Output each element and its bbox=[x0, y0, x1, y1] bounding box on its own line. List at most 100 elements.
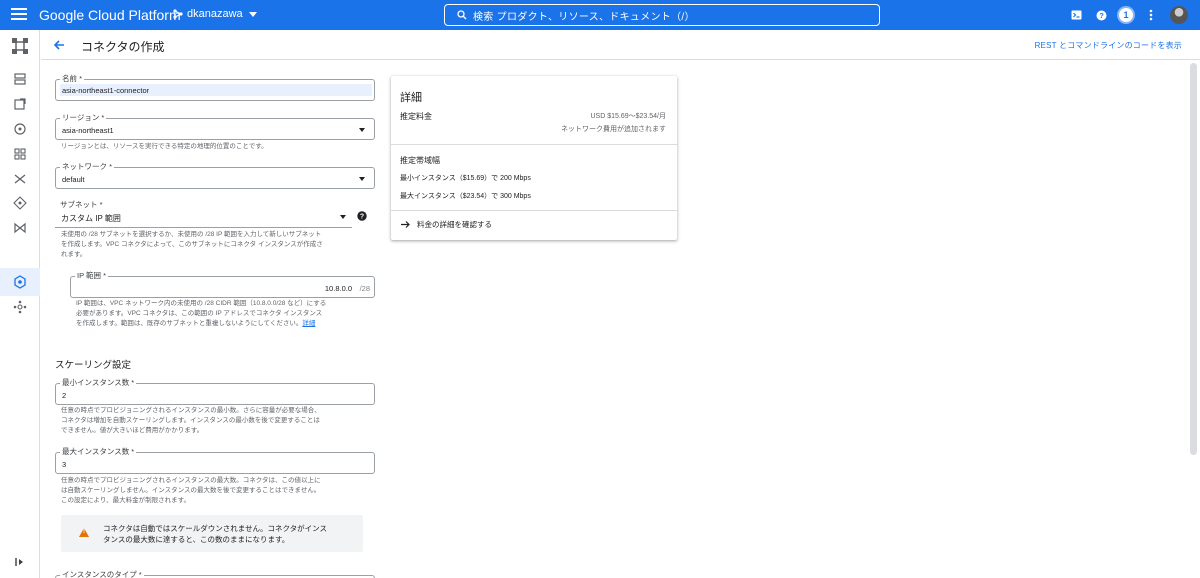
project-icon bbox=[173, 9, 183, 19]
network-value: default bbox=[62, 175, 85, 184]
divider bbox=[391, 144, 677, 145]
instance-type-label: インスタンスのタイプ * bbox=[60, 569, 144, 578]
region-select[interactable]: リージョン * asia-northeast1 bbox=[55, 112, 375, 140]
storage-icon[interactable] bbox=[13, 72, 27, 86]
warning-line-2: タンスの最大数に達すると、この数のままになります。 bbox=[103, 535, 290, 544]
warning-text: コネクタは自動ではスケールダウンされません。コネクタがインス タンスの最大数に達… bbox=[103, 523, 353, 545]
ip-range-hint-line-1: IP 範囲は、VPC ネットワーク内の未使用の /28 CIDR 範囲（10.8… bbox=[76, 300, 327, 307]
subnet-hint-line-3: れます。 bbox=[61, 251, 87, 258]
cloud-shell-icon[interactable] bbox=[1067, 6, 1085, 24]
min-instances-value: 2 bbox=[62, 391, 67, 400]
region-hint: リージョンとは、リソースを実行できる特定の地理的位置のことです。 bbox=[61, 143, 268, 150]
max-hint-line-2: は自動スケーリングしません。インスタンスの最大数を後で変更することはできません。 bbox=[61, 487, 321, 494]
max-instances-label: 最大インスタンス数 * bbox=[60, 446, 137, 457]
arrow-right-icon bbox=[401, 221, 410, 228]
project-selector[interactable]: dkanazawa bbox=[173, 8, 257, 20]
region-label: リージョン * bbox=[60, 112, 107, 123]
notifications-button[interactable]: 1 bbox=[1117, 6, 1135, 24]
back-arrow-icon[interactable] bbox=[52, 38, 66, 52]
max-instances-hint: 任意の時点でプロビジョニングされるインスタンスの最大数。コネクタは、この値以上に… bbox=[61, 476, 371, 506]
bowtie-icon[interactable] bbox=[13, 221, 27, 235]
scale-down-warning: コネクタは自動ではスケールダウンされません。コネクタがインス タンスの最大数に達… bbox=[61, 515, 363, 552]
subnet-value: カスタム IP 範囲 bbox=[61, 214, 121, 223]
search-input[interactable]: 検索 プロダクト、リソース、ドキュメント（/） bbox=[444, 4, 880, 26]
shuffle-icon[interactable] bbox=[13, 172, 27, 186]
help-icon[interactable]: ? bbox=[357, 211, 367, 221]
more-vert-icon[interactable] bbox=[1142, 6, 1160, 24]
min-instances-label: 最小インスタンス数 * bbox=[60, 377, 137, 388]
app-brand[interactable]: Google Cloud Platform bbox=[39, 7, 181, 23]
subnet-hint-line-1: 未使用の /28 サブネットを選択するか、未使用の /28 IP 範囲を入力して… bbox=[61, 231, 322, 238]
ip-range-hint-line-3: を作成します。範囲は、既存のサブネットと重複しないようにしてください。 bbox=[76, 320, 303, 327]
page-title: コネクタの作成 bbox=[81, 40, 165, 54]
max-hint-line-1: 任意の時点でプロビジョニングされるインスタンスの最大数。コネクタは、この値以上に bbox=[61, 477, 321, 484]
scaling-section-title: スケーリング設定 bbox=[55, 360, 132, 371]
product-logo-icon[interactable] bbox=[11, 37, 29, 55]
details-card: 詳細 推定料金 USD $15.69～$23.54/月 ネットワーク費用が追加さ… bbox=[391, 76, 677, 240]
pricing-link-label: 料金の詳細を確認する bbox=[417, 220, 492, 229]
hamburger-menu-icon[interactable] bbox=[11, 8, 27, 22]
subnet-hint: 未使用の /28 サブネットを選択するか、未使用の /28 IP 範囲を入力して… bbox=[61, 230, 371, 260]
chevron-down-icon bbox=[248, 11, 257, 17]
ip-range-hint: IP 範囲は、VPC ネットワーク内の未使用の /28 CIDR 範囲（10.8… bbox=[76, 299, 376, 329]
ip-range-field[interactable]: IP 範囲 * 10.8.0.0 /28 bbox=[70, 270, 375, 298]
ip-range-suffix: /28 bbox=[359, 284, 370, 293]
scrollbar[interactable] bbox=[1190, 63, 1197, 455]
network-select[interactable]: ネットワーク * default bbox=[55, 161, 375, 189]
subnet-label: サブネット * bbox=[58, 199, 105, 210]
warning-icon bbox=[79, 528, 89, 537]
rest-command-link[interactable]: REST とコマンドラインのコードを表示 bbox=[1035, 40, 1182, 51]
help-icon[interactable]: ? bbox=[1092, 6, 1110, 24]
max-hint-line-3: この設定により、最大料金が制限されます。 bbox=[61, 497, 190, 504]
project-name: dkanazawa bbox=[187, 8, 243, 20]
chevron-down-icon bbox=[359, 128, 365, 132]
learn-more-link[interactable]: 詳細 bbox=[302, 320, 315, 327]
network-label: ネットワーク * bbox=[60, 161, 115, 172]
svg-text:?: ? bbox=[360, 214, 364, 221]
max-instances-value: 3 bbox=[62, 460, 67, 469]
external-link-icon[interactable] bbox=[13, 97, 27, 111]
estimated-cost-label: 推定料金 bbox=[400, 112, 432, 121]
min-bandwidth-row: 最小インスタンス（$15.69）で 200 Mbps bbox=[400, 175, 531, 182]
min-hint-line-3: できません。値が大きいほど費用がかかります。 bbox=[61, 427, 204, 434]
warning-line-1: コネクタは自動ではスケールダウンされません。コネクタがインス bbox=[103, 524, 328, 533]
avatar[interactable] bbox=[1170, 6, 1188, 24]
network-cost-note: ネットワーク費用が追加されます bbox=[561, 126, 666, 133]
max-instances-field[interactable]: 最大インスタンス数 * 3 bbox=[55, 446, 375, 474]
left-nav-rail bbox=[0, 30, 40, 578]
page-header: コネクタの作成 REST とコマンドラインのコードを表示 bbox=[41, 30, 1200, 60]
name-label: 名前 * bbox=[60, 73, 85, 84]
bandwidth-title: 推定帯域幅 bbox=[400, 156, 440, 165]
notification-badge: 1 bbox=[1119, 8, 1133, 22]
hub-icon[interactable] bbox=[13, 196, 27, 210]
min-instances-field[interactable]: 最小インスタンス数 * 2 bbox=[55, 377, 375, 405]
chevron-down-icon bbox=[340, 215, 346, 219]
estimated-cost-range: USD $15.69～$23.54/月 bbox=[590, 113, 667, 120]
chevron-down-icon bbox=[359, 177, 365, 181]
topbar-actions: ? 1 bbox=[1060, 6, 1188, 24]
subnet-hint-line-2: を作成します。VPC コネクタによって、このサブネットにコネクタ インスタンスが… bbox=[61, 241, 323, 248]
min-hint-line-1: 任意の時点でプロビジョニングされるインスタンスの最小数。さらに容量が必要な場合、 bbox=[61, 407, 321, 414]
pricing-details-link[interactable]: 料金の詳細を確認する bbox=[400, 219, 492, 230]
routes-icon[interactable] bbox=[13, 122, 27, 136]
ip-range-label: IP 範囲 * bbox=[75, 270, 109, 281]
search-placeholder: 検索 プロダクト、リソース、ドキュメント（/） bbox=[473, 11, 695, 23]
serverless-vpc-icon[interactable] bbox=[13, 275, 27, 289]
name-value: asia-northeast1-connector bbox=[62, 86, 150, 95]
details-title: 詳細 bbox=[400, 92, 422, 104]
network-icon[interactable] bbox=[13, 300, 27, 314]
region-value: asia-northeast1 bbox=[62, 126, 114, 135]
svg-text:?: ? bbox=[1099, 11, 1104, 20]
search-icon bbox=[457, 10, 467, 20]
ip-range-hint-line-2: 必要があります。VPC コネクタは、この範囲の IP アドレスでコネクタ インス… bbox=[76, 310, 323, 317]
grid-icon[interactable] bbox=[13, 147, 27, 161]
name-field[interactable]: 名前 * asia-northeast1-connector bbox=[55, 73, 375, 101]
min-instances-hint: 任意の時点でプロビジョニングされるインスタンスの最小数。さらに容量が必要な場合、… bbox=[61, 406, 371, 436]
expand-rail-icon[interactable] bbox=[15, 557, 25, 567]
top-app-bar: Google Cloud Platform dkanazawa 検索 プロダクト… bbox=[0, 0, 1200, 30]
subnet-select[interactable]: サブネット * カスタム IP 範囲 bbox=[55, 199, 352, 228]
max-bandwidth-row: 最大インスタンス（$23.54）で 300 Mbps bbox=[400, 193, 531, 200]
ip-range-value: 10.8.0.0 bbox=[324, 284, 352, 293]
min-hint-line-2: コネクタは増加を自動スケーリングします。インスタンスの最小数を後で変更することは bbox=[61, 417, 320, 424]
divider bbox=[391, 210, 677, 211]
